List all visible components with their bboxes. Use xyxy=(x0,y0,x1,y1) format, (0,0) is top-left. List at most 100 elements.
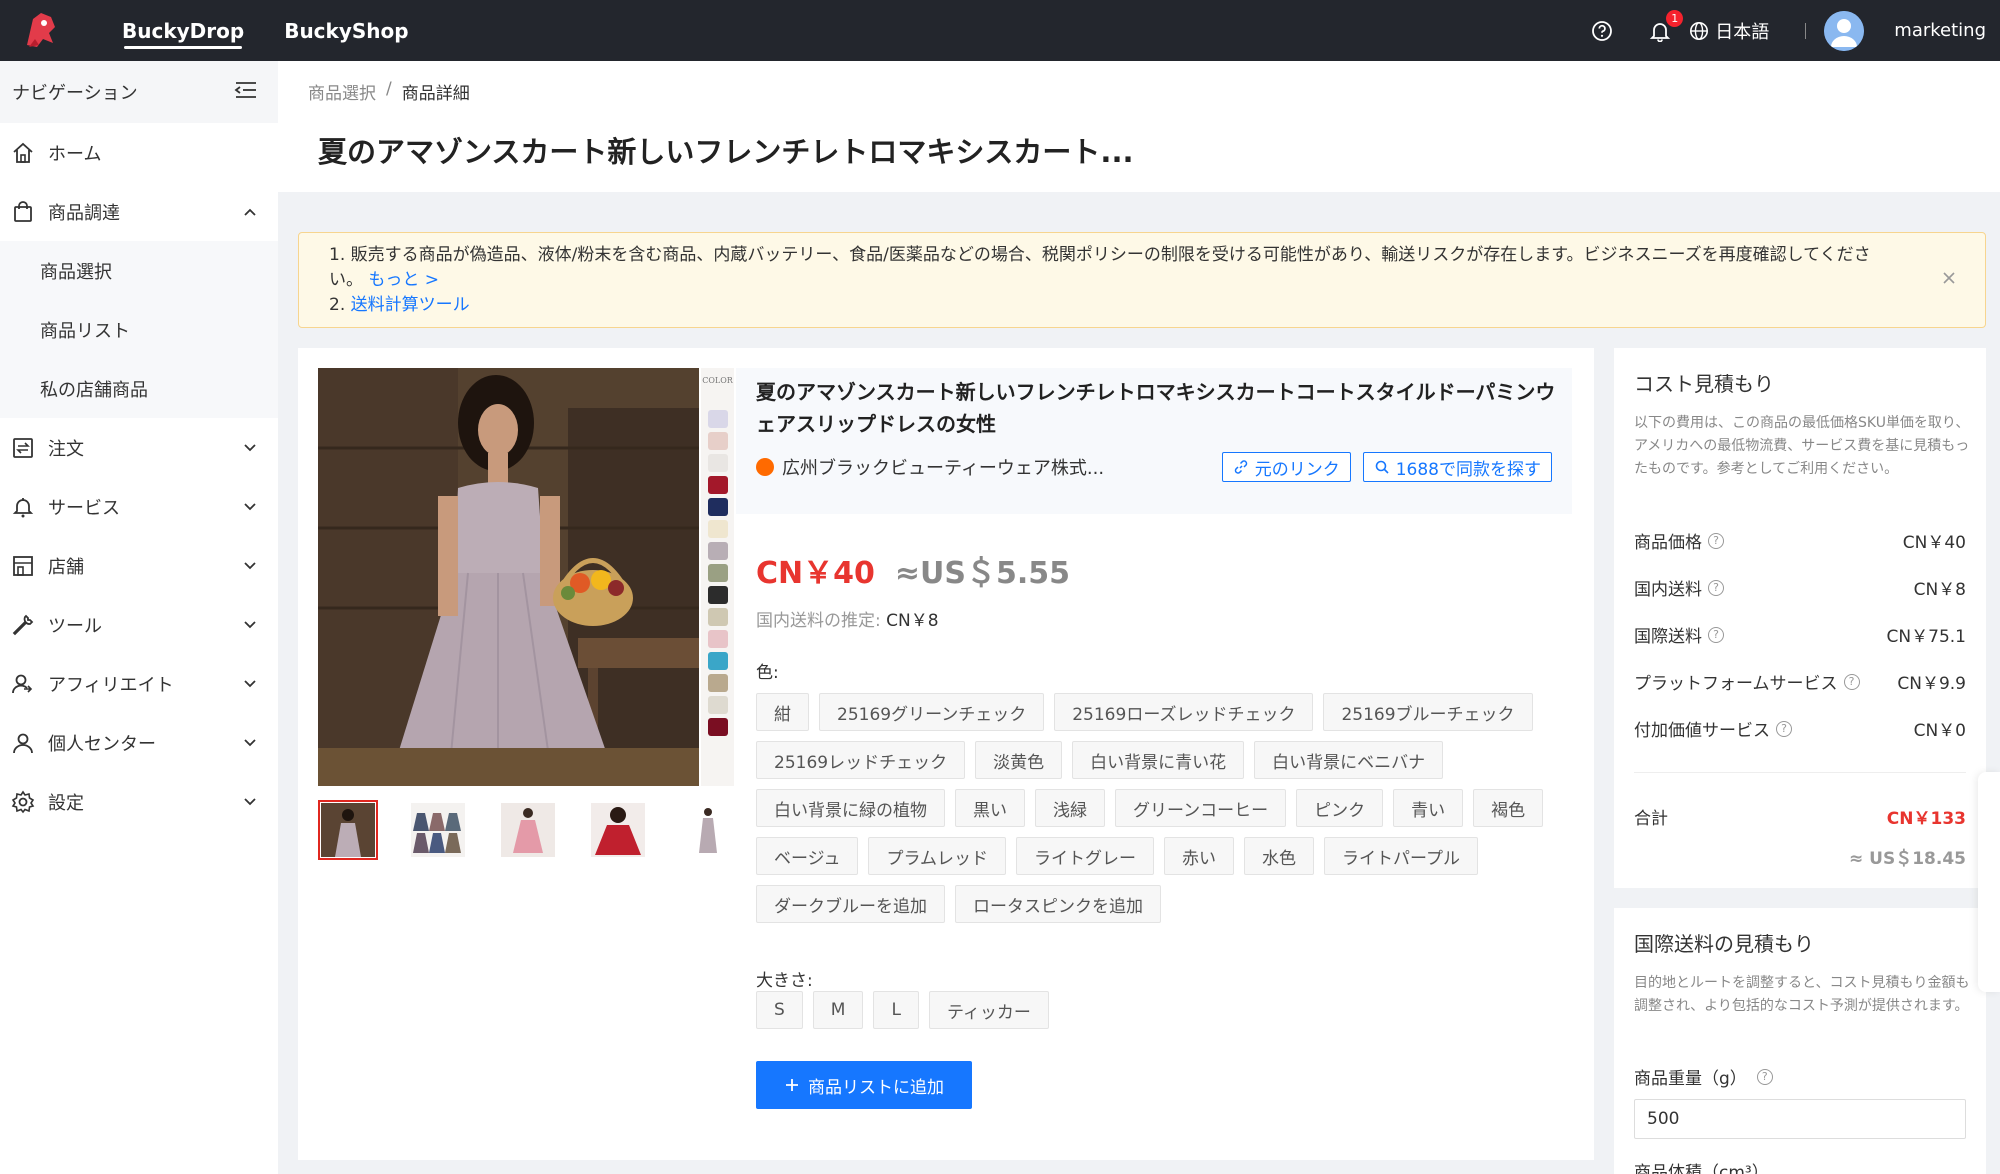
logo-icon[interactable] xyxy=(16,6,66,56)
sidebar-item-label: 個人センター xyxy=(48,733,156,755)
thumbnail[interactable] xyxy=(318,800,378,860)
store-icon xyxy=(10,553,36,579)
product-main-image[interactable] xyxy=(318,368,699,786)
color-option[interactable]: ダークブルーを追加 xyxy=(756,885,945,923)
color-option[interactable]: 水色 xyxy=(1243,837,1314,875)
color-option[interactable]: 黒い xyxy=(955,789,1025,827)
sidebar-subitem-product-list[interactable]: 商品リスト xyxy=(0,300,278,359)
thumbnail[interactable] xyxy=(408,800,468,860)
username[interactable]: marketing xyxy=(1894,20,1986,41)
cost-row-platform-service: プラットフォームサービス? CN￥9.9 xyxy=(1634,669,1966,694)
color-option[interactable]: 褐色 xyxy=(1473,789,1544,827)
sidebar-title: ナビゲーション xyxy=(12,83,138,104)
color-option[interactable]: 淡黄色 xyxy=(975,741,1063,779)
color-option[interactable]: ベージュ xyxy=(756,837,859,875)
question-icon[interactable]: ? xyxy=(1756,1068,1773,1085)
thumbnail[interactable] xyxy=(588,800,648,860)
sidebar-item-home[interactable]: ホーム xyxy=(0,123,278,182)
bell-icon[interactable]: 1 xyxy=(1647,9,1684,44)
more-link[interactable]: もっと > xyxy=(368,270,439,290)
sidebar-item-services[interactable]: サービス xyxy=(0,477,278,536)
question-icon[interactable]: ? xyxy=(1708,626,1724,643)
sidebar-subitem-my-store-products[interactable]: 私の店舗商品 xyxy=(0,359,278,418)
color-option[interactable]: 青い xyxy=(1393,789,1464,827)
total-usd: ≈ US＄18.45 xyxy=(1849,849,1966,869)
color-strip-label: COLOR xyxy=(702,376,733,385)
collapse-menu-icon[interactable] xyxy=(234,80,258,105)
floating-toolbar[interactable] xyxy=(1978,772,2000,992)
color-option[interactable]: 25169ローズレッドチェック xyxy=(1054,693,1314,731)
swatch xyxy=(708,564,728,582)
color-option[interactable]: ライトグレー xyxy=(1015,837,1154,875)
color-option[interactable]: 白い背景に青い花 xyxy=(1072,741,1245,779)
1688-logo-icon xyxy=(756,458,774,476)
question-icon[interactable]: ? xyxy=(1708,532,1724,549)
breadcrumb-parent[interactable]: 商品選択 xyxy=(308,79,376,104)
add-to-list-button[interactable]: 商品リストに追加 xyxy=(756,1061,972,1109)
color-option[interactable]: ピンク xyxy=(1296,789,1384,827)
sidebar-item-personal-center[interactable]: 個人センター xyxy=(0,713,278,772)
question-icon[interactable]: ? xyxy=(1843,673,1860,690)
original-link-button[interactable]: 元のリンク xyxy=(1221,452,1351,482)
globe-icon xyxy=(1690,21,1709,40)
question-icon[interactable]: ? xyxy=(1708,579,1724,596)
domestic-shipping-estimate: 国内送料の推定: CN￥8 xyxy=(756,606,939,631)
size-option[interactable]: L xyxy=(873,991,919,1029)
sidebar-item-label: ツール xyxy=(48,615,102,637)
link-buttons: 元のリンク 1688で同款を探す xyxy=(1221,452,1552,482)
avatar[interactable] xyxy=(1824,10,1865,51)
color-option[interactable]: 白い背景にベニバナ xyxy=(1254,741,1444,779)
help-icon[interactable] xyxy=(1589,18,1615,44)
product-info-box: 夏のアマゾンスカート新しいフレンチレトロマキシスカートコートスタイルドーパミンウ… xyxy=(736,368,1572,514)
breadcrumb-separator: / xyxy=(386,79,392,99)
color-option[interactable]: グリーンコーヒー xyxy=(1115,789,1287,827)
color-option[interactable]: 25169レッドチェック xyxy=(756,741,966,779)
notice-line-1: 1. 販売する商品が偽造品、液体/粉末を含む商品、内蔵バッテリー、食品/医薬品な… xyxy=(329,243,1955,268)
size-option[interactable]: M xyxy=(812,991,864,1029)
weight-input[interactable] xyxy=(1634,1099,1966,1139)
thumbnail[interactable] xyxy=(498,800,558,860)
sidebar-item-orders[interactable]: 注文 xyxy=(0,418,278,477)
color-option[interactable]: 浅緑 xyxy=(1035,789,1105,827)
cost-value: CN￥0 xyxy=(1913,721,1966,741)
find-1688-button[interactable]: 1688で同款を探す xyxy=(1362,452,1552,482)
shipping-calculator-link[interactable]: 送料計算ツール xyxy=(351,295,470,315)
top-nav-buckyshop[interactable]: BuckyShop xyxy=(264,0,428,61)
service-icon xyxy=(10,494,36,520)
size-option[interactable]: ティッカー xyxy=(928,991,1049,1029)
question-icon[interactable]: ? xyxy=(1776,720,1792,737)
swatch xyxy=(708,454,728,472)
notice-text: い。 xyxy=(329,270,363,290)
sidebar-item-store[interactable]: 店舗 xyxy=(0,536,278,595)
color-label: 色: xyxy=(756,663,779,683)
language-selector[interactable]: 日本語 xyxy=(1689,18,1769,44)
seller-info[interactable]: 広州ブラックビューティーウェア株式... xyxy=(756,454,1104,480)
size-option[interactable]: S xyxy=(756,991,803,1029)
close-icon[interactable] xyxy=(1941,269,1957,285)
thumbnail[interactable] xyxy=(678,800,738,860)
sidebar-item-tools[interactable]: ツール xyxy=(0,595,278,654)
color-option[interactable]: 白い背景に緑の植物 xyxy=(756,789,945,827)
swatch xyxy=(708,542,728,560)
cost-row-total: 合計 CN￥133 xyxy=(1634,804,1966,829)
top-bar: BuckyDrop BuckyShop 1 日本語 marketing xyxy=(0,0,2000,61)
color-option[interactable]: 25169ブルーチェック xyxy=(1323,693,1533,731)
color-option[interactable]: 赤い xyxy=(1163,837,1234,875)
color-option[interactable]: ロータスピンクを追加 xyxy=(955,885,1161,923)
sidebar-header: ナビゲーション xyxy=(0,61,278,123)
sidebar-item-label: 商品調達 xyxy=(48,202,120,224)
sidebar: ナビゲーション ホーム 商品調達 商品選択 商品リスト 私の店舗商品 注文 サー… xyxy=(0,61,278,1174)
sidebar-subitem-product-select[interactable]: 商品選択 xyxy=(0,241,278,300)
color-option[interactable]: プラムレッド xyxy=(868,837,1006,875)
sidebar-item-settings[interactable]: 設定 xyxy=(0,772,278,831)
home-icon xyxy=(10,140,36,166)
color-option[interactable]: 紺 xyxy=(756,693,809,731)
color-option[interactable]: ライトパープル xyxy=(1323,837,1478,875)
sidebar-item-affiliate[interactable]: アフィリエイト xyxy=(0,654,278,713)
user-icon xyxy=(10,730,36,756)
sidebar-item-sourcing[interactable]: 商品調達 xyxy=(0,182,278,241)
color-option[interactable]: 25169グリーンチェック xyxy=(819,693,1045,731)
notice-line-1b: い。 もっと > xyxy=(329,268,1955,293)
top-nav-buckydrop[interactable]: BuckyDrop xyxy=(102,0,264,61)
sidebar-item-label: サービス xyxy=(48,497,120,519)
